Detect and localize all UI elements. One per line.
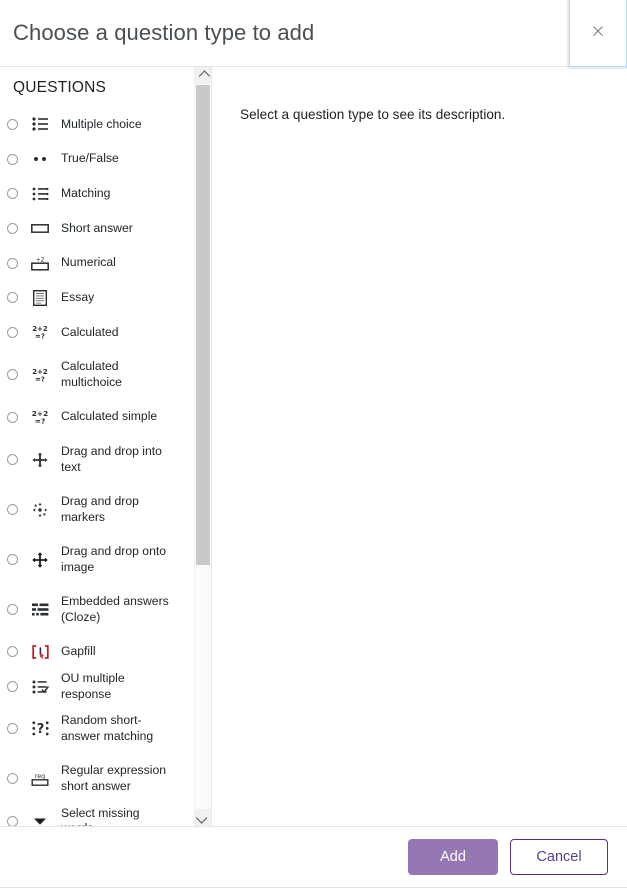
questions-heading: QUESTIONS <box>13 79 107 96</box>
qtype-item-calculated-multichoice[interactable]: 2+2 =? Calculated multichoice <box>0 350 193 400</box>
radio-essay[interactable] <box>7 292 18 304</box>
select-missing-words-icon <box>30 811 50 826</box>
scrollbar-down-button[interactable] <box>195 809 211 826</box>
radio-matching[interactable] <box>7 188 18 200</box>
qtype-item-calculated-simple[interactable]: 2+2 =? Calculated simple <box>0 400 193 435</box>
qtype-label: Random short-answer matching <box>61 713 154 743</box>
qtype-label: Calculated <box>61 324 119 339</box>
radio-calculated-multichoice[interactable] <box>7 369 18 381</box>
qtype-item-numerical[interactable]: +2 Numerical <box>0 246 193 281</box>
question-type-list: Multiple choice True/False Matching Shor… <box>0 107 193 826</box>
radio-numerical[interactable] <box>7 257 18 269</box>
qtype-label: Drag and drop markers <box>61 494 139 524</box>
qtype-item-drag-drop-text[interactable]: Drag and drop into text <box>0 435 193 485</box>
qtype-item-random-short-answer[interactable]: ? Random short-answer matching <box>0 704 193 754</box>
qtype-item-embedded-answers[interactable]: Embedded answers (Cloze) <box>0 585 193 635</box>
radio-drag-drop-text[interactable] <box>7 454 18 465</box>
matching-icon <box>30 184 50 204</box>
qtype-label: Matching <box>61 185 111 200</box>
qtype-label: Calculated simple <box>61 409 158 424</box>
radio-drag-drop-image[interactable] <box>7 554 18 565</box>
qtype-item-true-false[interactable]: True/False <box>0 142 193 177</box>
radio-drag-drop-markers[interactable] <box>7 504 18 515</box>
question-list-scrollbar[interactable] <box>194 67 211 826</box>
true-false-icon <box>30 149 50 169</box>
qtype-item-drag-drop-markers[interactable]: Drag and drop markers <box>0 485 193 535</box>
drag-drop-image-icon <box>30 550 50 570</box>
close-icon: × <box>590 20 606 42</box>
radio-ou-multiple-response[interactable] <box>7 681 18 693</box>
qtype-label: True/False <box>61 151 119 166</box>
radio-regex-short-answer[interactable] <box>7 773 18 785</box>
calculated-simple-icon: 2+2 =? <box>30 407 50 427</box>
add-button[interactable]: Add <box>408 839 498 875</box>
radio-select-missing-words[interactable] <box>7 815 18 826</box>
svg-text:reg: reg <box>35 772 45 780</box>
drag-drop-text-icon <box>30 450 50 470</box>
regex-short-answer-icon: reg <box>30 769 50 789</box>
qtype-item-regex-short-answer[interactable]: reg Regular expression short answer <box>0 754 193 804</box>
qtype-item-short-answer[interactable]: Short answer <box>0 211 193 246</box>
multiple-choice-icon <box>30 114 50 134</box>
svg-text:?: ? <box>36 722 44 736</box>
modal-body: QUESTIONS Multiple choice True/False Mat… <box>0 67 627 826</box>
qtype-item-drag-drop-image[interactable]: Drag and drop onto image <box>0 535 193 585</box>
qtype-label: Drag and drop onto image <box>61 544 167 574</box>
embedded-answers-icon <box>30 600 50 620</box>
qtype-item-essay[interactable]: Essay <box>0 280 193 315</box>
gapfill-icon <box>30 642 50 662</box>
qtype-item-multiple-choice[interactable]: Multiple choice <box>0 107 193 142</box>
qtype-label: Gapfill <box>61 644 96 659</box>
calculated-multichoice-icon: 2+2 =? <box>30 365 50 385</box>
svg-text:=?: =? <box>35 417 45 426</box>
qtype-item-gapfill[interactable]: Gapfill <box>0 635 193 670</box>
modal-footer: Add Cancel <box>0 826 627 887</box>
drag-drop-markers-icon <box>30 500 50 520</box>
qtype-label: Short answer <box>61 220 133 235</box>
qtype-item-ou-multiple-response[interactable]: OU multiple response <box>0 669 193 704</box>
radio-multiple-choice[interactable] <box>7 118 18 130</box>
short-answer-icon <box>30 218 50 238</box>
radio-calculated[interactable] <box>7 326 18 338</box>
radio-embedded-answers[interactable] <box>7 604 18 615</box>
scrollbar-thumb[interactable] <box>196 85 210 565</box>
ou-multiple-response-icon <box>30 677 50 697</box>
qtype-label: Embedded answers (Cloze) <box>61 594 169 624</box>
choose-question-type-modal: Choose a question type to add × QUESTION… <box>0 0 627 888</box>
qtype-label: Essay <box>61 290 95 305</box>
qtype-item-matching[interactable]: Matching <box>0 176 193 211</box>
radio-calculated-simple[interactable] <box>7 411 18 423</box>
radio-gapfill[interactable] <box>7 646 18 658</box>
svg-text:=?: =? <box>35 333 45 341</box>
calculated-icon: 2+2 =? <box>30 322 50 342</box>
question-type-list-pane: QUESTIONS Multiple choice True/False Mat… <box>0 67 212 826</box>
qtype-label: Multiple choice <box>61 116 142 131</box>
numerical-icon: +2 <box>30 253 50 273</box>
qtype-label: Calculated multichoice <box>61 359 122 389</box>
radio-true-false[interactable] <box>7 153 18 165</box>
modal-header: Choose a question type to add × <box>0 0 627 67</box>
description-placeholder-text: Select a question type to see its descri… <box>240 107 506 122</box>
radio-short-answer[interactable] <box>7 222 18 234</box>
page-title: Choose a question type to add <box>13 20 315 45</box>
qtype-label: Regular expression short answer <box>61 763 167 793</box>
qtype-item-select-missing-words[interactable]: Select missing words <box>0 804 193 826</box>
close-button[interactable]: × <box>569 0 627 67</box>
radio-random-short-answer[interactable] <box>7 723 18 735</box>
qtype-item-calculated[interactable]: 2+2 =? Calculated <box>0 315 193 350</box>
question-type-description-pane: Select a question type to see its descri… <box>212 67 627 826</box>
svg-text:=?: =? <box>35 375 45 383</box>
essay-icon <box>30 288 50 308</box>
cancel-button[interactable]: Cancel <box>510 839 608 875</box>
qtype-label: Drag and drop into text <box>61 444 162 474</box>
qtype-label: Numerical <box>61 255 116 270</box>
qtype-label: Select missing words <box>61 805 140 826</box>
qtype-label: OU multiple response <box>61 671 125 701</box>
chevron-up-icon <box>198 69 211 82</box>
scrollbar-up-button[interactable] <box>195 67 211 84</box>
chevron-down-icon <box>195 811 208 824</box>
random-short-answer-icon: ? <box>30 719 50 739</box>
